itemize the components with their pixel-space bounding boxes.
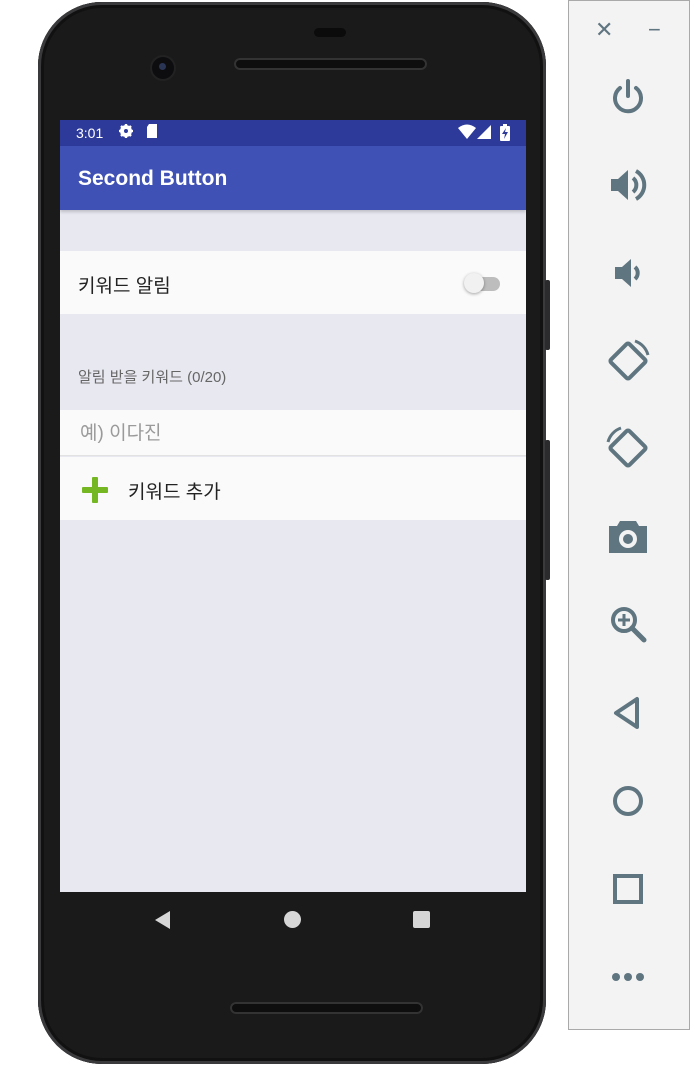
add-keyword-label: 키워드 추가	[128, 482, 221, 503]
volume-up-icon[interactable]	[605, 162, 651, 208]
navigation-bar	[60, 892, 526, 947]
back-icon[interactable]	[155, 911, 170, 929]
status-time: 3:01	[76, 125, 104, 141]
keywords-section-header: 알림 받을 키워드 (0/20)	[78, 369, 227, 386]
gear-icon	[118, 123, 134, 142]
rotate-right-icon[interactable]	[605, 425, 651, 471]
bottom-speaker-grill	[230, 1002, 423, 1014]
home-icon[interactable]	[605, 778, 651, 824]
power-side-button	[545, 280, 550, 350]
keyword-input-row	[60, 410, 526, 456]
keyword-input[interactable]	[78, 420, 502, 448]
cell-signal-icon	[477, 125, 491, 142]
volume-side-button	[545, 440, 550, 580]
top-speaker-grill	[234, 58, 427, 70]
wifi-icon	[458, 124, 476, 142]
emulator-toolbar: ✕ −	[568, 0, 690, 1030]
page-title: Second Button	[78, 167, 228, 190]
keyword-notification-row[interactable]: 키워드 알림	[60, 251, 526, 314]
minimize-icon[interactable]: −	[648, 17, 661, 43]
front-camera	[152, 57, 174, 79]
battery-charging-icon	[500, 124, 510, 144]
home-icon[interactable]	[284, 911, 301, 928]
sd-card-icon	[146, 123, 158, 142]
keyword-notification-label: 키워드 알림	[78, 276, 171, 297]
overview-icon[interactable]	[605, 866, 651, 912]
device-screen: 3:01 Second Button 키워드 알림 알림 받을 키워드 (0/2…	[60, 120, 526, 892]
recents-icon[interactable]	[413, 911, 430, 928]
more-icon[interactable]	[605, 954, 651, 1000]
earpiece	[314, 28, 346, 37]
camera-icon[interactable]	[605, 513, 651, 559]
rotate-left-icon[interactable]	[605, 338, 651, 384]
close-icon[interactable]: ✕	[595, 17, 613, 43]
app-bar: Second Button	[60, 146, 526, 210]
volume-down-icon[interactable]	[605, 250, 651, 296]
back-icon[interactable]	[605, 690, 651, 736]
status-bar: 3:01	[60, 120, 526, 146]
plus-icon	[82, 477, 108, 503]
keyword-notification-switch[interactable]	[464, 273, 500, 293]
switch-thumb	[464, 273, 484, 293]
zoom-icon[interactable]	[605, 601, 651, 647]
add-keyword-button[interactable]: 키워드 추가	[60, 457, 526, 520]
power-icon[interactable]	[605, 74, 651, 120]
